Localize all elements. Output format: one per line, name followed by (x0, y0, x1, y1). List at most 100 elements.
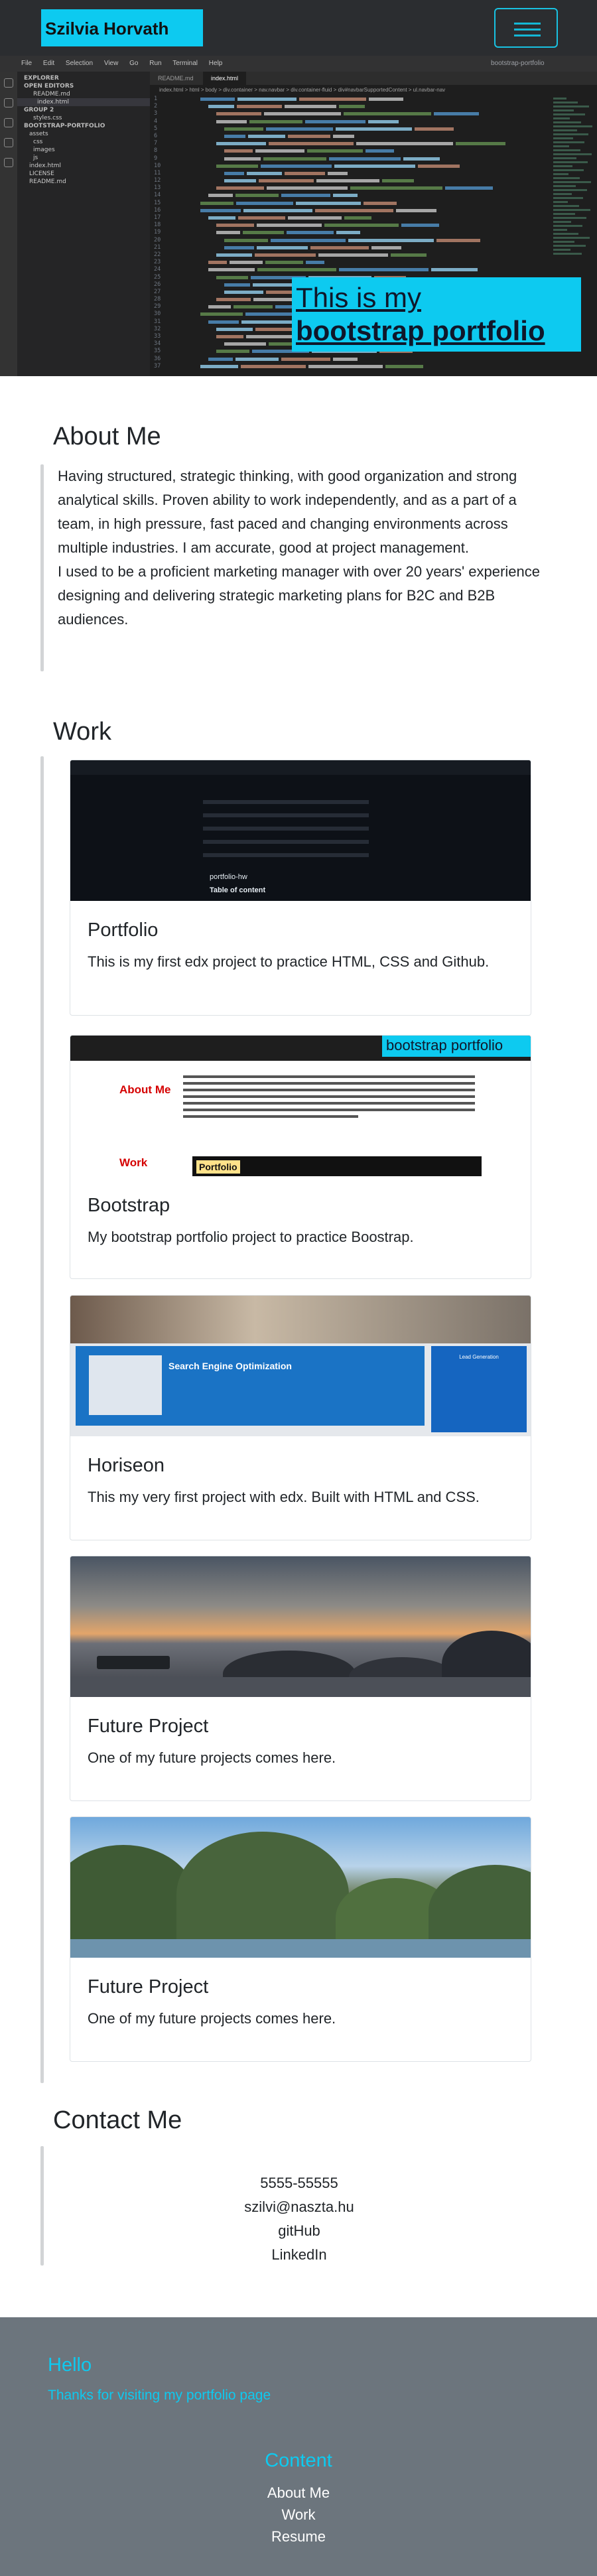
debug-icon (4, 138, 13, 147)
code-token (334, 164, 415, 168)
line-number: 22 (154, 251, 161, 258)
code-token (255, 253, 316, 257)
code-token (344, 112, 431, 116)
code-line: 23 (154, 259, 548, 266)
code-token (257, 245, 308, 249)
code-token (310, 245, 369, 249)
code-token (200, 364, 238, 368)
files-icon (4, 78, 13, 88)
project-card[interactable]: portfolio-hw Table of content Portfolio … (70, 760, 531, 1016)
hamburger-icon (514, 29, 541, 31)
thumbnail-desk (70, 1296, 531, 1343)
minimap-line (553, 149, 580, 151)
explorer-item: js (33, 155, 38, 161)
footer-link-about[interactable]: About Me (0, 2482, 597, 2504)
code-token (216, 186, 264, 190)
minimap-line (553, 185, 576, 187)
code-token (247, 171, 282, 175)
code-token (391, 253, 427, 257)
code-token (336, 231, 360, 235)
code-line: 9 (154, 155, 548, 163)
contact-github-link[interactable]: gitHub (44, 2219, 555, 2243)
code-token (216, 298, 251, 302)
code-token (418, 164, 460, 168)
project-card[interactable]: bootstrap portfolio About Me Work Portfo… (70, 1035, 531, 1279)
contact-linkedin-link[interactable]: LinkedIn (44, 2243, 555, 2267)
code-token (235, 357, 279, 361)
code-token (356, 142, 453, 146)
line-number: 35 (154, 348, 161, 355)
menu-go: Go (129, 60, 139, 67)
minimap-line (553, 241, 574, 243)
code-line: 36 (154, 356, 548, 363)
code-token (224, 245, 254, 249)
code-token (208, 216, 235, 220)
code-token (415, 127, 454, 131)
code-token (224, 134, 245, 138)
thumbnail-water (70, 1677, 531, 1697)
hero-title: This is my bootstrap portfolio (292, 277, 581, 352)
line-number: 13 (154, 184, 161, 192)
about-paragraph: Having structured, strategic thinking, w… (58, 468, 517, 556)
project-card[interactable]: Future Project One of my future projects… (70, 1816, 531, 2062)
editor-menubar: File Edit Selection View Go Run Terminal… (0, 56, 597, 72)
code-token (233, 305, 273, 309)
line-number: 2 (154, 103, 158, 110)
code-token (208, 320, 239, 324)
minimap-line (553, 177, 580, 179)
code-token (434, 112, 479, 116)
code-token (368, 119, 399, 123)
code-token (208, 194, 233, 198)
code-token (253, 283, 298, 287)
explorer-item: README.md (33, 91, 70, 98)
code-line: 1 (154, 96, 548, 103)
thumbnail-side-panel: Lead Generation (431, 1346, 527, 1432)
code-token (350, 186, 442, 190)
project-thumbnail: Search Engine Optimization Lead Generati… (70, 1296, 531, 1436)
thumbnail-row (203, 813, 369, 817)
code-token (333, 194, 358, 198)
code-token (208, 261, 227, 265)
footer-link-resume[interactable]: Resume (0, 2526, 597, 2547)
line-number: 20 (154, 236, 161, 243)
footer-link-work[interactable]: Work (0, 2504, 597, 2526)
code-token (333, 134, 354, 138)
project-card[interactable]: Future Project One of my future projects… (70, 1556, 531, 1801)
file-explorer: EXPLORER OPEN EDITORS README.md index.ht… (17, 72, 150, 376)
code-token (224, 127, 263, 131)
minimap-line (553, 125, 592, 127)
code-token (216, 142, 266, 146)
minimap-line (553, 229, 567, 231)
navbar-toggler-button[interactable] (494, 8, 558, 48)
minimap-line (553, 141, 584, 143)
line-number: 1 (154, 96, 158, 102)
hero-section: File Edit Selection View Go Run Terminal… (0, 0, 597, 376)
code-token (224, 283, 250, 287)
line-number: 11 (154, 169, 161, 176)
thumbnail-boat (97, 1656, 170, 1669)
activity-bar (0, 72, 17, 376)
thumbnail-side-label: Lead Generation (459, 1354, 499, 1360)
explorer-item: images (33, 147, 55, 153)
code-line: 5 (154, 125, 548, 133)
minimap-line (553, 105, 589, 107)
code-token (200, 98, 235, 101)
about-heading: About Me (53, 423, 161, 450)
code-token (224, 157, 261, 161)
navbar: Szilvia Horvath (0, 0, 597, 56)
code-token (216, 231, 240, 235)
hamburger-icon (514, 23, 541, 25)
line-number: 16 (154, 206, 161, 214)
code-line: 11 (154, 170, 548, 177)
line-number: 28 (154, 296, 161, 303)
code-token (216, 119, 247, 123)
explorer-item: BOOTSTRAP-PORTFOLIO (24, 123, 105, 129)
code-token (216, 112, 261, 116)
code-token (259, 179, 314, 183)
explorer-item: OPEN EDITORS (24, 83, 74, 90)
contact-email[interactable]: szilvi@naszta.hu (44, 2195, 555, 2219)
code-token (237, 105, 282, 109)
minimap-line (553, 98, 566, 100)
navbar-brand[interactable]: Szilvia Horvath (41, 9, 203, 46)
project-card[interactable]: Search Engine Optimization Lead Generati… (70, 1295, 531, 1540)
